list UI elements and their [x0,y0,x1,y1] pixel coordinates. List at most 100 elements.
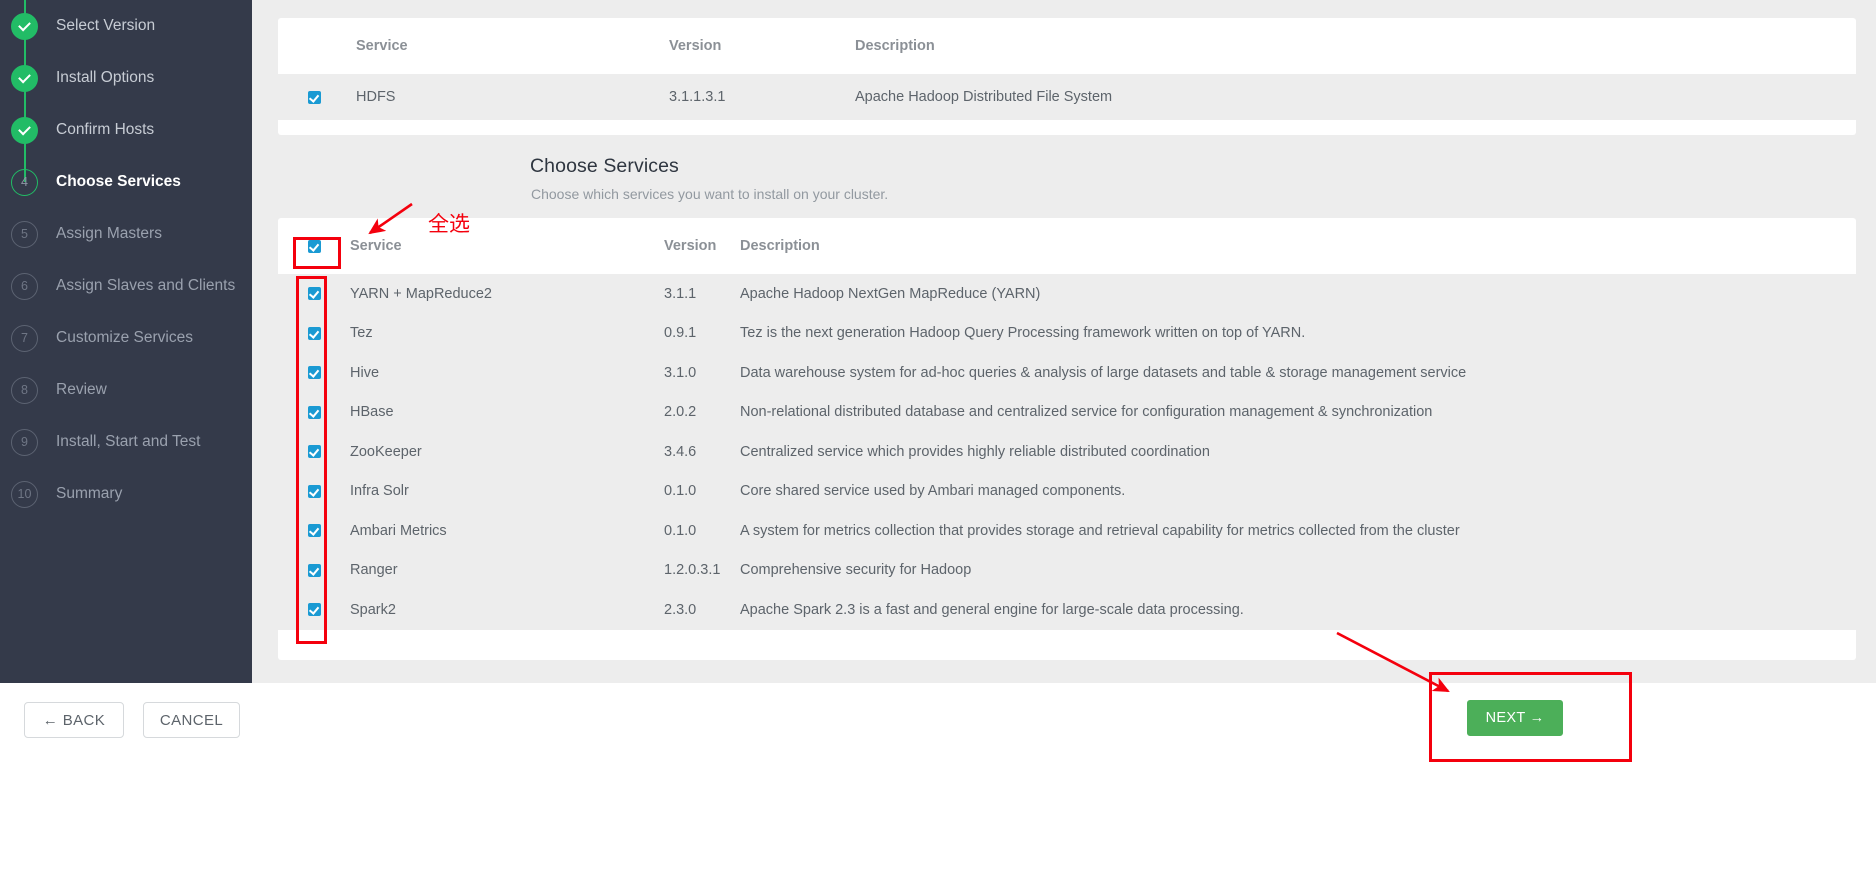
service-version: 1.2.0.3.1 [664,550,740,590]
header-service: Service [350,238,402,254]
table-row[interactable]: YARN + MapReduce2 3.1.1 Apache Hadoop Next… [278,274,1856,314]
check-icon [11,12,38,40]
checkbox-checked-icon[interactable] [308,484,321,498]
checkbox-checked-icon[interactable] [308,90,321,104]
row-checkbox-cell[interactable] [278,74,356,120]
sidebar-step-summary: 10 Summary [0,468,252,520]
header-description: Description [855,38,935,54]
header-version: Version [664,238,717,254]
row-checkbox-cell[interactable] [278,392,350,432]
service-name: Tez [350,313,664,353]
header-service: Service [356,38,408,54]
table-row[interactable]: HBase 2.0.2 Non-relational distributed dat… [278,392,1856,432]
service-description: Apache Hadoop Distributed File System [855,74,1856,120]
check-icon [11,64,38,92]
row-checkbox-cell[interactable] [278,313,350,353]
service-description: Apache Hadoop NextGen MapReduce (YARN) [740,274,1856,314]
table-row[interactable]: Ranger 1.2.0.3.1 Comprehensive security fo… [278,550,1856,590]
service-description: Apache Spark 2.3 is a fast and general e… [740,590,1856,630]
service-version: 0.9.1 [664,313,740,353]
step-number-badge: 4 [11,168,38,196]
header-description: Description [740,238,820,254]
sidebar-step-label: Install, Start and Test [56,433,201,450]
step-number-badge: 8 [11,376,38,404]
checkbox-checked-icon[interactable] [308,603,321,617]
select-all-checkbox-cell[interactable] [278,218,350,274]
row-checkbox-cell[interactable] [278,590,350,630]
service-version: 3.1.1 [664,274,740,314]
row-checkbox-cell[interactable] [278,353,350,393]
row-checkbox-cell[interactable] [278,471,350,511]
back-button[interactable]: ← BACK [24,702,124,738]
row-checkbox-cell[interactable] [278,432,350,472]
sidebar-step-assign-slaves-and-clients: 6 Assign Slaves and Clients [0,260,252,312]
checkbox-checked-icon[interactable] [308,287,321,301]
table-row[interactable]: Spark2 2.3.0 Apache Spark 2.3 is a fast an… [278,590,1856,630]
sidebar-step-label: Choose Services [56,173,181,190]
checkbox-checked-icon[interactable] [308,405,321,419]
sidebar-step-label: Assign Masters [56,225,162,242]
sidebar-step-review: 8 Review [0,364,252,416]
checkbox-checked-icon[interactable] [308,445,321,459]
service-version: 3.1.1.3.1 [669,74,855,120]
header-checkbox-cell [278,18,356,74]
service-name: HDFS [356,74,669,120]
next-button[interactable]: NEXT → [1467,700,1563,736]
sidebar-step-customize-services: 7 Customize Services [0,312,252,364]
table-header-row: Service Version Description [278,18,1856,74]
selected-service-table: Service Version Description HDFS 3.1.1.3.… [278,18,1856,120]
sidebar-step-label: Summary [56,485,123,502]
select-all-checkbox[interactable] [308,239,321,253]
table-header-row: Service Version Description [278,218,1856,274]
service-version: 0.1.0 [664,471,740,511]
main-content: Service Version Description HDFS 3.1.1.3.… [252,0,1876,683]
service-name: Ambari Metrics [350,511,664,551]
row-checkbox-cell[interactable] [278,550,350,590]
service-name: ZooKeeper [350,432,664,472]
sidebar-step-install-options[interactable]: Install Options [0,52,252,104]
service-name: Ranger [350,550,664,590]
selected-service-panel: Service Version Description HDFS 3.1.1.3.… [278,18,1856,135]
table-row[interactable]: Infra Solr 0.1.0 Core shared service used … [278,471,1856,511]
ambari-install-wizard: Select Version Install Options Confirm Hos… [0,0,1876,878]
checkbox-checked-icon[interactable] [308,563,321,577]
service-description: Core shared service used by Ambari manag… [740,471,1856,511]
service-version: 3.4.6 [664,432,740,472]
checkbox-checked-icon[interactable] [308,524,321,538]
service-name: Spark2 [350,590,664,630]
step-number: 4 [21,174,28,189]
row-checkbox-cell[interactable] [278,511,350,551]
checkbox-checked-icon[interactable] [308,366,321,380]
service-version: 2.0.2 [664,392,740,432]
service-name: Infra Solr [350,471,664,511]
table-row[interactable]: Tez 0.9.1 Tez is the next generation Hadoo… [278,313,1856,353]
sidebar-step-label: Install Options [56,69,155,86]
header-version: Version [669,38,722,54]
table-row[interactable]: Hive 3.1.0 Data warehouse system for ad-ho… [278,353,1856,393]
step-number-badge: 6 [11,272,38,300]
checkbox-checked-icon[interactable] [308,326,321,340]
service-description: A system for metrics collection that pro… [740,511,1856,551]
step-number-badge: 9 [11,428,38,456]
choose-services-table: Service Version Description YARN + MapRe… [278,218,1856,630]
sidebar-step-select-version[interactable]: Select Version [0,0,252,52]
choose-services-panel: Service Version Description YARN + MapRe… [278,218,1856,660]
choose-services-table-body: YARN + MapReduce2 3.1.1 Apache Hadoop Next… [278,274,1856,630]
sidebar-step-label: Customize Services [56,329,193,346]
sidebar-step-label: Assign Slaves and Clients [56,277,236,294]
service-name: HBase [350,392,664,432]
sidebar-step-label: Review [56,381,107,398]
sidebar-step-confirm-hosts[interactable]: Confirm Hosts [0,104,252,156]
service-description: Centralized service which provides highl… [740,432,1856,472]
row-checkbox-cell[interactable] [278,274,350,314]
step-number: 10 [17,486,32,501]
table-row[interactable]: ZooKeeper 3.4.6 Centralized service which … [278,432,1856,472]
check-icon [11,116,38,144]
service-description: Tez is the next generation Hadoop Query … [740,313,1856,353]
step-number: 7 [21,330,28,345]
sidebar-step-choose-services[interactable]: 4 Choose Services [0,156,252,208]
service-version: 0.1.0 [664,511,740,551]
table-row[interactable]: HDFS 3.1.1.3.1 Apache Hadoop Distributed F… [278,74,1856,120]
cancel-button[interactable]: CANCEL [143,702,240,738]
table-row[interactable]: Ambari Metrics 0.1.0 A system for metrics … [278,511,1856,551]
